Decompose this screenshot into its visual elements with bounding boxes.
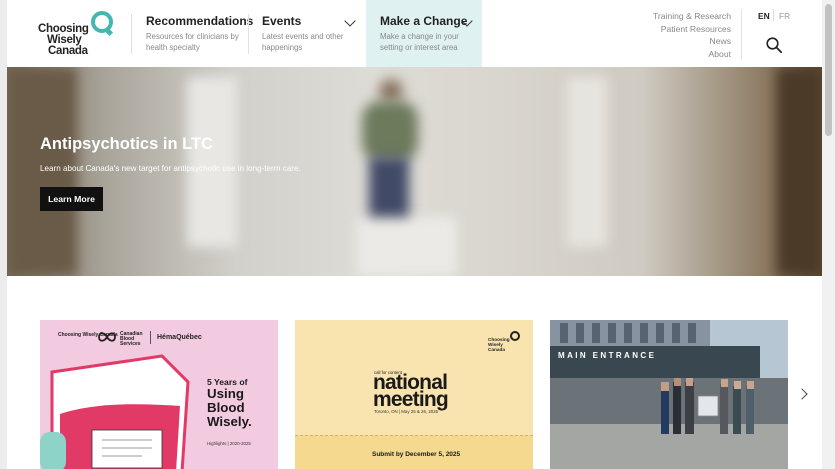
lang-divider (773, 9, 774, 21)
card2-logo: Choosing Wisely Canada (488, 337, 510, 352)
card1-logo-hemaquebec: HémaQuébec (157, 334, 202, 341)
divider (741, 9, 742, 59)
card1-title: 5 Years of Using Blood Wisely. (207, 377, 252, 429)
link-about[interactable]: About (653, 48, 731, 61)
card-national-meeting[interactable]: Choosing Wisely Canada call for content … (295, 320, 533, 469)
hero-title: Antipsychotics in LTC (40, 135, 213, 153)
scrollbar-thumb[interactable] (825, 4, 832, 136)
blood-bag-illustration (40, 354, 190, 469)
card1-subtitle: Highlights | 2020-2025 (207, 441, 251, 446)
learn-more-button[interactable]: Learn More (40, 187, 103, 211)
lang-en[interactable]: EN (758, 11, 770, 21)
secondary-links: Training & Research Patient Resources Ne… (653, 10, 731, 60)
hero-bg-shape (187, 77, 237, 247)
hero-person-head (379, 79, 403, 103)
search-icon[interactable] (766, 37, 782, 53)
carousel-next-icon[interactable] (796, 388, 808, 400)
nav-events[interactable]: Events Latest events and other happening… (248, 0, 365, 67)
nav-make-a-change-desc: Make a change in your setting or interes… (380, 32, 459, 52)
lang-fr[interactable]: FR (779, 11, 790, 21)
site-header: Choosing Wisely Canada Recommendations R… (7, 0, 822, 67)
nav-recommendations-desc: Resources for clinicians by health speci… (146, 32, 239, 52)
nav-make-a-change-title: Make a Change (380, 14, 468, 28)
link-news[interactable]: News (653, 35, 732, 48)
divider (150, 331, 151, 344)
hero-subtitle: Learn about Canada's new target for anti… (40, 164, 301, 173)
page: Choosing Wisely Canada Recommendations R… (7, 0, 822, 469)
card1-logo-cbs: Canadian Blood Services (120, 331, 143, 348)
main-entrance-sign: MAIN ENTRANCE (558, 351, 657, 360)
card1-title-line3: Wisely. (207, 414, 252, 429)
chevron-down-icon (344, 15, 356, 27)
hero-bg-shape (357, 217, 457, 276)
nav-events-desc: Latest events and other happenings (262, 32, 344, 52)
logo-text-line3: Canada (48, 45, 88, 57)
logo-ring-tail (105, 28, 114, 37)
card2-title: national meeting (373, 372, 449, 411)
hero-person-legs (369, 157, 409, 217)
card2-cta: Submit by December 5, 2025 (372, 451, 461, 458)
building-photo (550, 320, 788, 469)
link-patient-resources[interactable]: Patient Resources (653, 23, 731, 36)
hero-banner: Antipsychotics in LTC Learn about Canada… (7, 67, 822, 276)
card2-date: Toronto, ON | May 25 & 26, 2026 (374, 409, 439, 414)
card-blood-wisely[interactable]: Choosing Wisely Canada Canadian Blood Se… (40, 320, 278, 469)
card1-title-line1: Using (207, 386, 244, 401)
infinity-logo-icon (98, 332, 116, 342)
hero-bg-shape (567, 77, 607, 247)
nav-make-a-change[interactable]: Make a Change Make a change in your sett… (366, 0, 482, 67)
card2-title-line2: meeting (373, 388, 449, 411)
card-main-entrance-photo[interactable]: MAIN ENTRANCE (550, 320, 788, 469)
scrollbar[interactable] (822, 0, 835, 469)
nav-recommendations[interactable]: Recommendations Resources for clinicians… (132, 0, 253, 67)
nav-recommendations-title: Recommendations (146, 14, 254, 28)
link-training-research[interactable]: Training & Research (653, 10, 731, 23)
choosing-wisely-logo[interactable]: Choosing Wisely Canada (38, 11, 128, 59)
hero-bg-shape (777, 67, 822, 276)
hero-person-body (362, 101, 418, 161)
card1-title-line2: Blood (207, 400, 245, 415)
nav-events-title: Events (262, 14, 302, 28)
